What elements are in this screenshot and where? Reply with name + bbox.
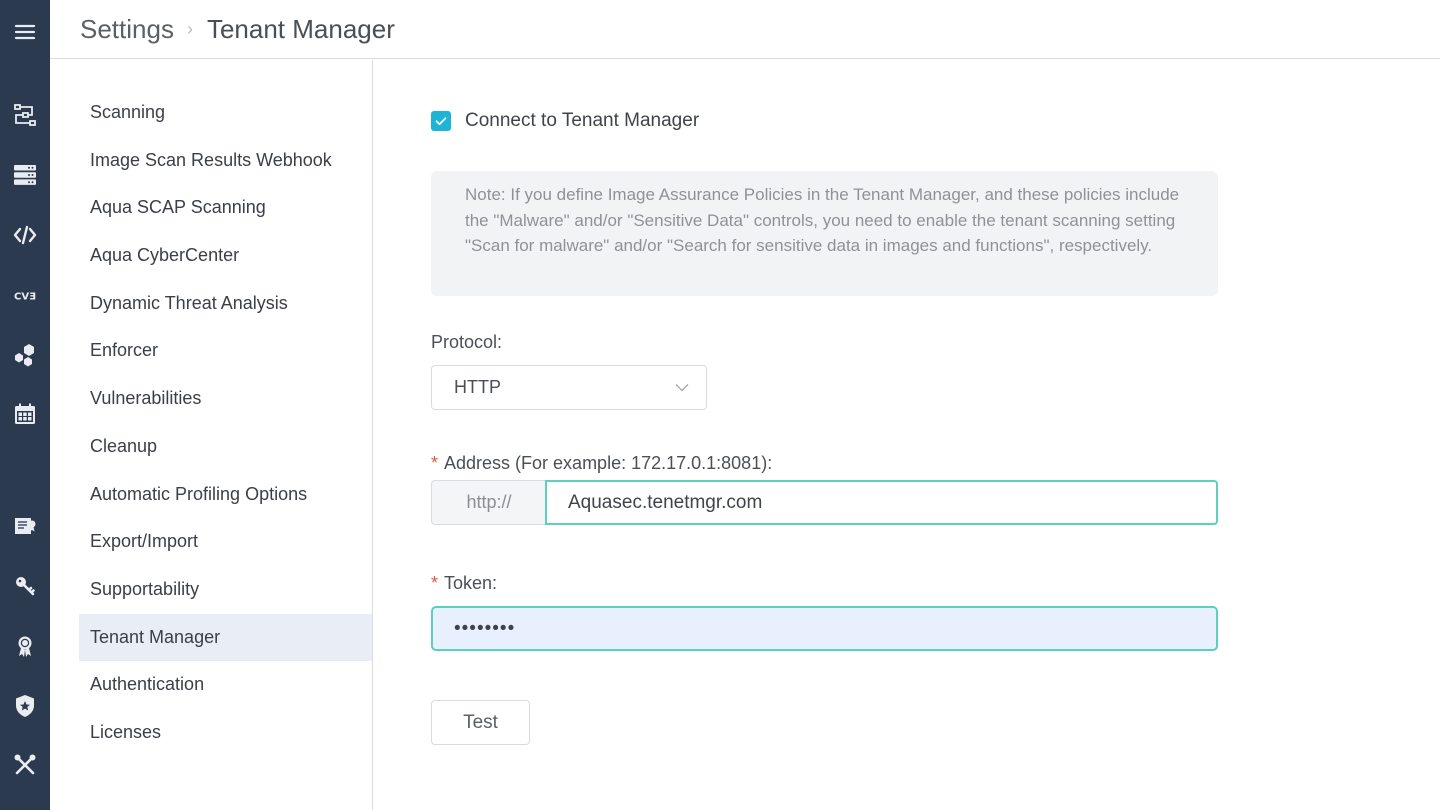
connect-tenant-manager-checkbox[interactable]: Connect to Tenant Manager (431, 110, 699, 132)
nav-item-scanning[interactable]: Scanning (79, 89, 372, 137)
nav-item-aqua-cybercenter[interactable]: Aqua CyberCenter (79, 232, 372, 280)
page-title: Tenant Manager (206, 13, 395, 44)
protocol-selected-value: HTTP (454, 377, 501, 397)
nav-item-aqua-scap-scanning[interactable]: Aqua SCAP Scanning (79, 184, 372, 232)
workflow-icon (14, 104, 36, 126)
rail-policies[interactable] (0, 688, 50, 724)
certificate-doc-icon (15, 518, 36, 534)
award-icon (18, 636, 32, 657)
address-protocol-prefix: http:// (431, 480, 546, 525)
breadcrumb: Settings › Tenant Manager (80, 14, 395, 45)
menu-icon (14, 24, 36, 40)
token-input[interactable]: •••••••• (431, 606, 1218, 651)
settings-nav: Scanning Image Scan Results Webhook Aqua S… (50, 60, 373, 810)
nav-item-vulnerabilities[interactable]: Vulnerabilities (79, 375, 372, 423)
address-label: * Address (For example: 172.17.0.1:8081): (431, 453, 772, 474)
protocol-label: Protocol: (431, 332, 503, 352)
servers-icon (14, 165, 36, 185)
tools-icon (14, 754, 36, 775)
address-label-text: Address (For example: 172.17.0.1:8081): (444, 453, 773, 473)
icon-rail: CVƎ (0, 0, 50, 810)
nav-item-dynamic-threat-analysis[interactable]: Dynamic Threat Analysis (79, 280, 372, 328)
rail-vulnerabilities[interactable]: CVƎ (0, 277, 50, 313)
address-input-value: Aquasec.tenetmgr.com (568, 491, 763, 513)
rail-workflows[interactable] (0, 97, 50, 133)
check-icon (435, 117, 447, 126)
rail-secrets[interactable] (0, 568, 50, 604)
nav-item-automatic-profiling-options[interactable]: Automatic Profiling Options (79, 471, 372, 519)
connect-tenant-manager-label: Connect to Tenant Manager (465, 110, 700, 131)
info-note: Note: If you define Image Assurance Poli… (431, 171, 1218, 296)
token-label: * Token: (431, 573, 497, 594)
required-marker: * (431, 573, 439, 593)
tenant-manager-form: Connect to Tenant Manager Note: If you d… (373, 60, 1440, 810)
rail-schedules[interactable] (0, 396, 50, 432)
checkbox-checked[interactable] (431, 111, 451, 131)
rail-compliance[interactable] (0, 508, 50, 544)
required-marker: * (431, 453, 439, 473)
rail-code[interactable] (0, 217, 50, 253)
rail-infrastructure[interactable] (0, 157, 50, 193)
nav-item-cleanup[interactable]: Cleanup (79, 423, 372, 471)
breadcrumb-settings-link[interactable]: Settings (80, 14, 174, 45)
code-icon (13, 225, 37, 245)
cve-icon: CVƎ (14, 292, 36, 303)
address-input[interactable]: Aquasec.tenetmgr.com (545, 480, 1218, 525)
chevron-right-icon: › (186, 18, 193, 39)
key-icon (16, 577, 35, 596)
nav-item-tenant-manager[interactable]: Tenant Manager (79, 613, 372, 662)
nav-item-enforcer[interactable]: Enforcer (79, 327, 372, 375)
svg-text:CVƎ: CVƎ (14, 292, 36, 303)
nav-item-image-scan-results-webhook[interactable]: Image Scan Results Webhook (79, 137, 372, 185)
token-input-value: •••••••• (454, 617, 516, 639)
hexagons-icon (15, 344, 34, 367)
menu-button[interactable] (0, 14, 50, 50)
calendar-icon (15, 403, 35, 424)
chevron-down-icon (675, 384, 689, 392)
protocol-select[interactable]: HTTP (431, 365, 707, 410)
test-button[interactable]: Test (431, 700, 530, 745)
nav-item-authentication[interactable]: Authentication (79, 661, 372, 709)
nav-item-licenses[interactable]: Licenses (79, 709, 372, 757)
nav-item-export-import[interactable]: Export/Import (79, 518, 372, 566)
shield-icon (16, 695, 34, 717)
nav-item-supportability[interactable]: Supportability (79, 566, 372, 614)
rail-services[interactable] (0, 337, 50, 373)
token-label-text: Token: (444, 573, 498, 593)
page-header: Settings › Tenant Manager (50, 0, 1440, 59)
rail-assurance[interactable] (0, 628, 50, 664)
rail-settings[interactable] (0, 747, 50, 783)
